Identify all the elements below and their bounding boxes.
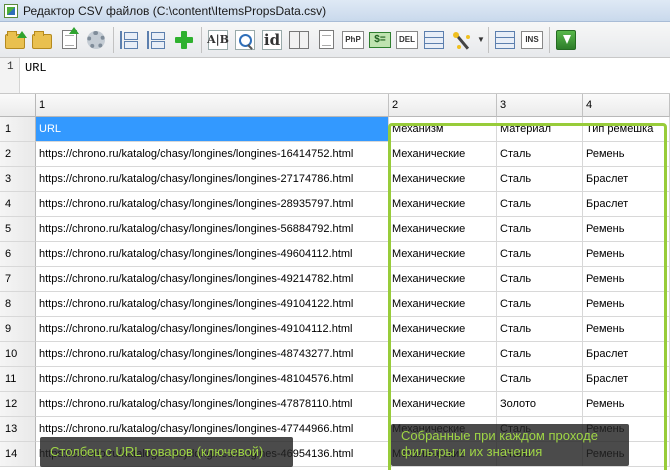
row-number[interactable]: 6	[0, 242, 36, 267]
table-ins-button[interactable]: INS	[520, 27, 544, 53]
add-button[interactable]	[172, 27, 196, 53]
row-number[interactable]: 14	[0, 442, 36, 467]
id-button[interactable]: id	[260, 27, 284, 53]
split-icon	[147, 30, 167, 49]
row-number[interactable]: 13	[0, 417, 36, 442]
row-number[interactable]: 12	[0, 392, 36, 417]
find-button[interactable]	[233, 27, 257, 53]
delete-button[interactable]: DEL	[395, 27, 419, 53]
open-folder-icon	[5, 31, 27, 49]
column-header[interactable]: 4	[583, 94, 670, 117]
row-number[interactable]: 1	[0, 117, 36, 142]
url-cell[interactable]: https://chrono.ru/katalog/chasy/longines…	[36, 142, 389, 167]
callout-filters-line2: фильтры и их значения	[401, 444, 543, 459]
url-cell[interactable]: https://chrono.ru/katalog/chasy/longines…	[36, 267, 389, 292]
magic-wand-icon	[451, 30, 471, 50]
currency-icon: $=	[369, 31, 391, 48]
columns-icon	[289, 30, 309, 49]
column-header-row: 1 2 3 4	[0, 94, 670, 119]
currency-button[interactable]: $=	[368, 27, 392, 53]
spellcheck-icon: A|B	[207, 29, 229, 50]
toolbar-separator	[113, 26, 114, 53]
row-number[interactable]: 3	[0, 167, 36, 192]
cell-editor[interactable]: 1 URL	[0, 58, 670, 94]
settings-button[interactable]	[84, 27, 108, 53]
tree-view-button[interactable]	[118, 27, 142, 53]
settings-gear-icon	[87, 30, 105, 49]
filters-highlight-frame	[388, 123, 667, 470]
editor-value[interactable]: URL	[25, 61, 47, 75]
php-icon: PhP	[342, 30, 364, 49]
url-cell[interactable]: https://chrono.ru/katalog/chasy/longines…	[36, 392, 389, 417]
table-button[interactable]	[493, 27, 517, 53]
table-ins-icon: INS	[521, 30, 543, 49]
save-file-button[interactable]	[30, 27, 54, 53]
url-cell[interactable]: https://chrono.ru/katalog/chasy/longines…	[36, 192, 389, 217]
row-number[interactable]: 11	[0, 367, 36, 392]
toolbar-separator	[201, 26, 202, 53]
title-bar: Редактор CSV файлов (C:\content\ItemsPro…	[0, 0, 670, 22]
url-cell[interactable]: https://chrono.ru/katalog/chasy/longines…	[36, 217, 389, 242]
dropdown-icon: ▼	[477, 35, 485, 44]
save-folder-icon	[32, 31, 52, 49]
window-title: Редактор CSV файлов (C:\content\ItemsPro…	[23, 3, 327, 18]
row-number[interactable]: 5	[0, 217, 36, 242]
toolbar-separator	[549, 26, 550, 53]
row-number[interactable]: 9	[0, 317, 36, 342]
url-cell[interactable]: https://chrono.ru/katalog/chasy/longines…	[36, 367, 389, 392]
columns-button[interactable]	[287, 27, 311, 53]
columns-grid-icon	[424, 30, 444, 49]
url-cell[interactable]: https://chrono.ru/katalog/chasy/longines…	[36, 167, 389, 192]
editor-line-number: 1	[0, 58, 20, 93]
page-button[interactable]	[314, 27, 338, 53]
row-number[interactable]: 10	[0, 342, 36, 367]
export-icon	[556, 29, 576, 50]
tree-view-icon	[120, 30, 140, 49]
row-number[interactable]: 2	[0, 142, 36, 167]
row-number[interactable]: 4	[0, 192, 36, 217]
new-file-button[interactable]	[57, 27, 81, 53]
url-cell[interactable]: https://chrono.ru/katalog/chasy/longines…	[36, 317, 389, 342]
export-button[interactable]	[554, 27, 578, 53]
url-cell[interactable]: https://chrono.ru/katalog/chasy/longines…	[36, 342, 389, 367]
toolbar-separator	[488, 26, 489, 53]
column-header[interactable]: 1	[36, 94, 389, 117]
delete-icon: DEL	[396, 30, 418, 49]
callout-filters-line1: Собранные при каждом проходе	[401, 428, 598, 443]
spellcheck-button[interactable]: A|B	[206, 27, 230, 53]
toolbar: A|B id PhP $= DEL ▼ INS	[0, 22, 670, 58]
url-cell[interactable]: URL	[36, 117, 389, 142]
magic-wand-button[interactable]	[449, 27, 473, 53]
page-icon	[318, 30, 334, 49]
column-header[interactable]: 2	[389, 94, 497, 117]
url-cell[interactable]: https://chrono.ru/katalog/chasy/longines…	[36, 292, 389, 317]
url-cell[interactable]: https://chrono.ru/katalog/chasy/longines…	[36, 242, 389, 267]
table-icon	[495, 30, 515, 49]
callout-url-column: Столбец с URL товаров (ключевой)	[40, 437, 293, 467]
new-file-icon	[61, 27, 79, 49]
columns-grid-button[interactable]	[422, 27, 446, 53]
column-header[interactable]: 3	[497, 94, 583, 117]
callout-filters: Собранные при каждом проходе фильтры и и…	[391, 424, 629, 466]
dropdown-button[interactable]: ▼	[476, 27, 486, 53]
app-icon	[4, 3, 18, 18]
php-button[interactable]: PhP	[341, 27, 365, 53]
corner-header[interactable]	[0, 94, 36, 117]
find-icon	[235, 29, 255, 50]
open-file-button[interactable]	[3, 27, 27, 53]
row-number[interactable]: 7	[0, 267, 36, 292]
row-number[interactable]: 8	[0, 292, 36, 317]
id-icon: id	[262, 29, 282, 50]
add-icon	[174, 30, 194, 50]
split-button[interactable]	[145, 27, 169, 53]
